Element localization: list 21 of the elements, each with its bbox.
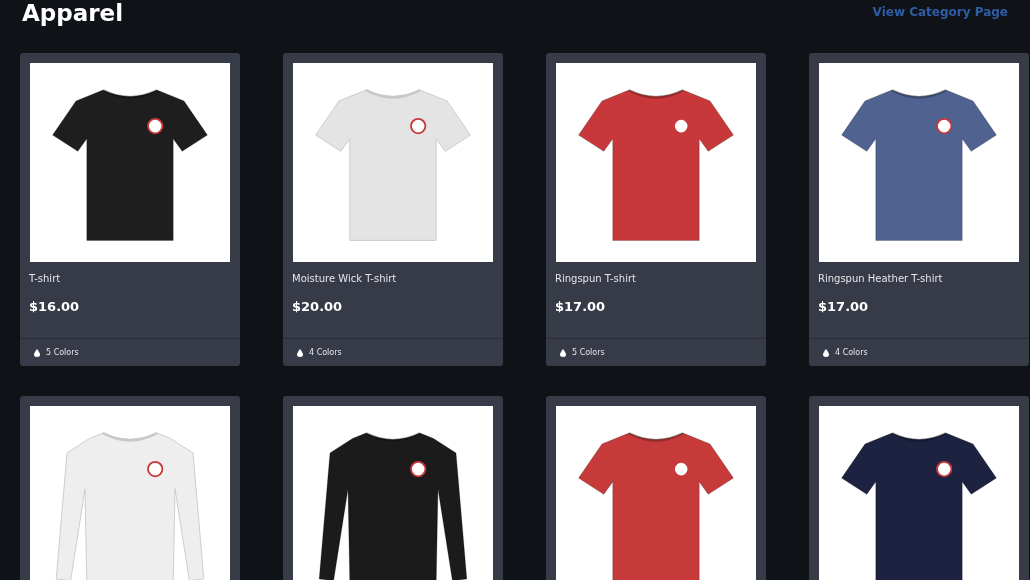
product-name: Moisture Wick T-shirt xyxy=(291,272,398,287)
drop-icon xyxy=(297,348,303,357)
product-name: Ringspun Heather T-shirt xyxy=(817,272,944,287)
page-title: Apparel xyxy=(22,0,124,26)
product-card[interactable]: Ringspun T-shirt $17.00 5 Colors xyxy=(546,53,766,366)
product-price: $20.00 xyxy=(291,299,344,317)
color-count: 4 Colors xyxy=(835,348,868,358)
product-name: T-shirt xyxy=(28,272,62,287)
product-card[interactable]: Ringspun Heather T-shirt $17.00 4 Colors xyxy=(809,53,1029,366)
product-card[interactable]: Moisture Wick T-shirt $20.00 4 Colors xyxy=(283,53,503,366)
color-count: 5 Colors xyxy=(572,348,605,358)
drop-icon xyxy=(560,348,566,357)
product-card[interactable]: T-shirt $16.00 5 Colors xyxy=(20,53,240,366)
product-price: $16.00 xyxy=(28,299,81,317)
color-count: 4 Colors xyxy=(309,348,342,358)
drop-icon xyxy=(34,348,40,357)
product-price: $17.00 xyxy=(817,299,870,317)
product-price: $17.00 xyxy=(554,299,607,317)
drop-icon xyxy=(823,348,829,357)
color-count: 5 Colors xyxy=(46,348,79,358)
product-name: Ringspun T-shirt xyxy=(554,272,637,287)
